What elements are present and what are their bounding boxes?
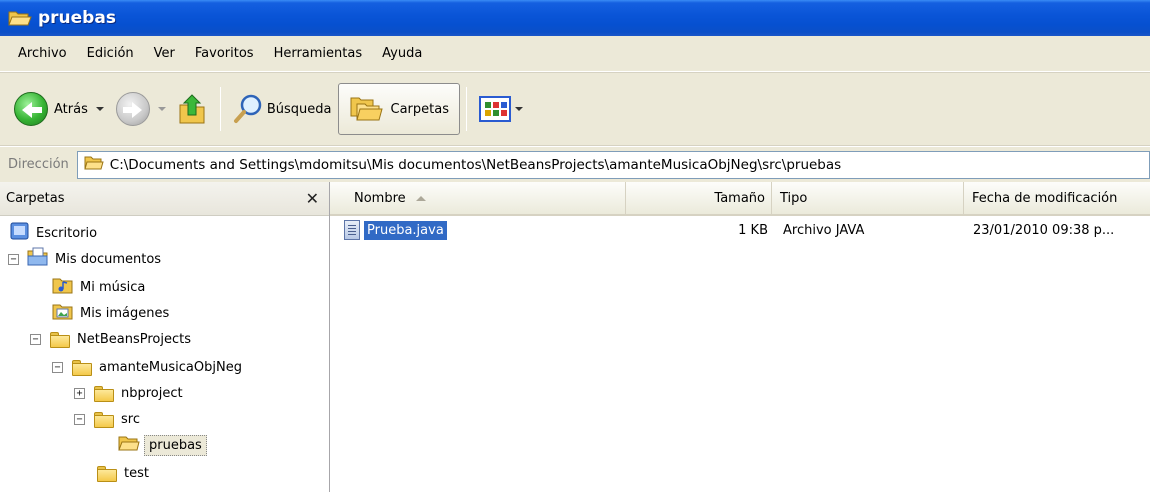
tree-item-pruebas[interactable]: pruebas xyxy=(118,432,207,458)
menu-bar: Archivo Edición Ver Favoritos Herramient… xyxy=(0,36,1150,72)
toolbar-separator xyxy=(219,87,221,131)
window-title: pruebas xyxy=(38,8,116,28)
open-folder-icon xyxy=(118,434,140,456)
tree-item-label: pruebas xyxy=(144,434,207,456)
folders-pane-title: Carpetas xyxy=(6,191,65,206)
tree-item-nbproject[interactable]: + nbproject xyxy=(74,380,183,406)
column-header-nombre[interactable]: Nombre xyxy=(330,182,626,214)
tree-item-label: NetBeansProjects xyxy=(77,331,191,347)
sort-ascending-icon xyxy=(415,195,426,201)
address-field[interactable]: C:\Documents and Settings\mdomitsu\Mis d… xyxy=(76,150,1150,179)
folder-icon xyxy=(71,359,93,376)
menu-herramientas[interactable]: Herramientas xyxy=(264,46,373,61)
expand-icon[interactable]: + xyxy=(74,387,85,399)
tree-item-label: Mis documentos xyxy=(55,251,162,267)
search-label: Búsqueda xyxy=(266,101,332,117)
file-row[interactable]: Prueba.java 1 KB Archivo JAVA 23/01/2010… xyxy=(330,218,1150,242)
tree-item-src[interactable]: − src xyxy=(74,406,140,432)
tree-item-label: Mi música xyxy=(80,279,146,295)
folders-pane-header: Carpetas ✕ xyxy=(0,182,329,216)
menu-favoritos[interactable]: Favoritos xyxy=(185,46,264,61)
folders-label: Carpetas xyxy=(390,101,449,117)
collapse-icon[interactable]: − xyxy=(52,361,63,373)
back-dropdown-icon[interactable] xyxy=(95,107,104,111)
tree-item-label: Escritorio xyxy=(36,225,98,241)
list-header: Nombre Tamaño Tipo Fecha de modificación xyxy=(330,182,1150,216)
collapse-icon[interactable]: − xyxy=(30,333,41,345)
collapse-icon[interactable]: − xyxy=(74,413,85,425)
menu-archivo[interactable]: Archivo xyxy=(8,46,77,61)
tree-item-label: nbproject xyxy=(121,385,183,401)
address-bar: Dirección C:\Documents and Settings\mdom… xyxy=(0,146,1150,182)
back-arrow-icon xyxy=(14,92,48,126)
back-button[interactable]: Atrás xyxy=(8,84,110,134)
file-date: 23/01/2010 09:38 p... xyxy=(973,222,1115,238)
column-header-tipo[interactable]: Tipo xyxy=(772,182,964,214)
column-header-tamano[interactable]: Tamaño xyxy=(626,182,772,214)
open-folder-icon xyxy=(84,155,104,175)
column-header-fecha[interactable]: Fecha de modificación xyxy=(964,182,1150,214)
tree-item-mi-musica[interactable]: Mi música xyxy=(52,274,145,300)
folder-icon xyxy=(49,331,71,348)
folders-pane: Carpetas ✕ Escritorio − Mis documentos M… xyxy=(0,182,330,492)
file-name-cell[interactable]: Prueba.java xyxy=(344,218,447,242)
tree-item-test[interactable]: test xyxy=(96,460,149,486)
file-name: Prueba.java xyxy=(364,220,447,240)
open-folder-icon xyxy=(8,8,32,28)
collapse-icon[interactable]: − xyxy=(8,253,19,265)
my-music-icon xyxy=(52,275,74,299)
tree-item-label: test xyxy=(124,465,149,481)
folders-button[interactable]: Carpetas xyxy=(337,83,460,135)
tree-item-label: Mis imágenes xyxy=(80,305,170,321)
menu-edicion[interactable]: Edición xyxy=(77,46,144,61)
toolbar-separator xyxy=(465,87,467,131)
tree-item-escritorio[interactable]: Escritorio xyxy=(10,220,97,246)
folder-icon xyxy=(96,465,118,482)
tree-item-label: src xyxy=(121,411,140,427)
tree-item-mis-documentos[interactable]: − Mis documentos xyxy=(8,246,161,272)
menu-ayuda[interactable]: Ayuda xyxy=(372,46,432,61)
close-icon[interactable]: ✕ xyxy=(306,189,319,208)
up-button[interactable] xyxy=(172,84,214,134)
my-documents-icon xyxy=(27,247,49,271)
tree-item-label: amanteMusicaObjNeg xyxy=(99,359,242,375)
file-list: Nombre Tamaño Tipo Fecha de modificación… xyxy=(330,182,1150,492)
folders-icon xyxy=(349,92,383,126)
title-bar: pruebas xyxy=(0,0,1150,36)
back-label: Atrás xyxy=(54,101,88,117)
address-path: C:\Documents and Settings\mdomitsu\Mis d… xyxy=(109,156,842,173)
desktop-icon xyxy=(10,221,30,245)
toolbar: Atrás Búsqueda Carpetas xyxy=(0,72,1150,146)
file-type: Archivo JAVA xyxy=(783,222,865,238)
forward-dropdown-icon[interactable] xyxy=(157,107,166,111)
my-pictures-icon xyxy=(52,301,74,325)
folder-icon xyxy=(93,385,115,402)
file-size: 1 KB xyxy=(738,222,768,238)
forward-arrow-icon xyxy=(115,92,150,126)
views-dropdown-icon[interactable] xyxy=(514,107,523,111)
tree-item-mis-imagenes[interactable]: Mis imágenes xyxy=(52,300,169,326)
up-folder-icon xyxy=(178,93,208,125)
forward-button[interactable] xyxy=(110,84,172,134)
search-button[interactable]: Búsqueda xyxy=(227,84,338,134)
search-icon xyxy=(233,93,263,125)
java-file-icon xyxy=(344,220,360,240)
address-label: Dirección xyxy=(8,157,69,172)
views-button[interactable] xyxy=(473,84,529,134)
menu-ver[interactable]: Ver xyxy=(144,46,185,61)
tree-item-amantemusicaobjneg[interactable]: − amanteMusicaObjNeg xyxy=(52,354,242,380)
tree-item-netbeansprojects[interactable]: − NetBeansProjects xyxy=(30,326,191,352)
views-icon xyxy=(478,96,511,122)
folder-icon xyxy=(93,411,115,428)
